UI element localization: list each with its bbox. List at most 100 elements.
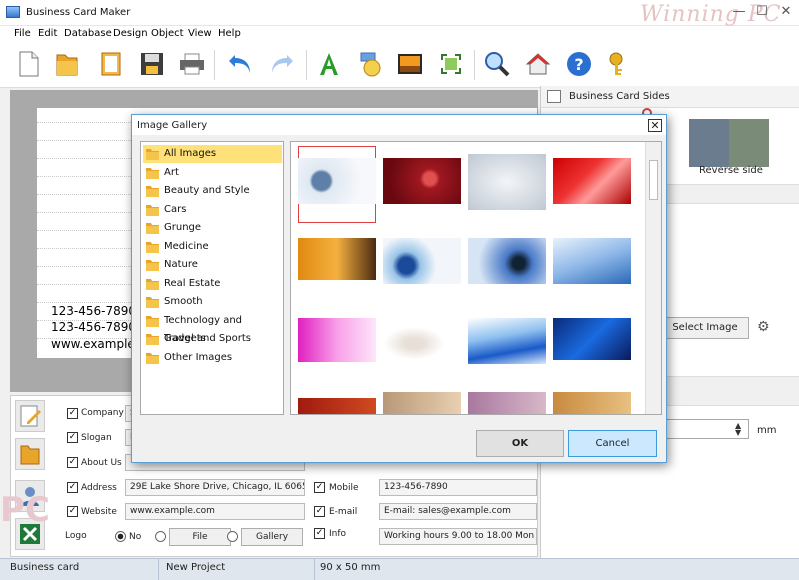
undo-icon[interactable] [225, 49, 255, 79]
mobile-label: Mobile [329, 483, 359, 493]
crop-icon[interactable] [436, 49, 466, 79]
minimize-button[interactable]: — [728, 0, 750, 24]
address-input[interactable]: 29E Lake Shore Drive, Chicago, IL 60657 [125, 479, 305, 496]
category-smooth[interactable]: Smooth [143, 293, 282, 311]
thumbnail-image[interactable] [298, 158, 376, 204]
shape-icon[interactable] [355, 49, 385, 79]
menu-design[interactable]: Design [113, 28, 148, 39]
address-checkbox[interactable]: ✓ [67, 482, 78, 493]
thumbnail-image[interactable] [468, 238, 546, 284]
about-us-checkbox[interactable]: ✓ [67, 457, 78, 468]
thumbnail-image[interactable] [553, 238, 631, 284]
save-icon[interactable] [137, 49, 167, 79]
card-phone-1[interactable]: 123-456-7890 [51, 304, 136, 318]
menu-file[interactable]: File [14, 28, 31, 39]
edit-text-icon[interactable] [15, 400, 45, 432]
toolbar-separator [306, 50, 307, 80]
thumbnail-image[interactable] [383, 318, 461, 364]
logo-radio-gallery[interactable] [227, 531, 238, 542]
thumbnail-image[interactable] [383, 238, 461, 284]
toolbar-separator [474, 50, 475, 80]
category-art[interactable]: Art [143, 164, 282, 182]
thumbnail-image[interactable] [468, 392, 546, 414]
reverse-side-thumbnail[interactable] [689, 119, 769, 167]
slogan-label: Slogan [81, 433, 112, 443]
thumbnail-image[interactable] [298, 318, 376, 362]
toolbar: ? [0, 42, 799, 88]
category-beauty-and-style[interactable]: Beauty and Style [143, 182, 282, 200]
maximize-button[interactable]: ☐ [751, 0, 773, 24]
zoom-icon[interactable] [482, 49, 512, 79]
website-input[interactable]: www.example.com [125, 503, 305, 520]
card-phone-2[interactable]: 123-456-7890 [51, 320, 136, 334]
category-list: All Images Art Beauty and Style Cars Gru… [140, 141, 284, 415]
home-icon[interactable] [523, 49, 553, 79]
logo-radio-no[interactable] [115, 531, 126, 542]
info-checkbox[interactable]: ✓ [314, 528, 325, 539]
menu-object[interactable]: Object [151, 28, 184, 39]
cancel-button[interactable]: Cancel [568, 430, 657, 457]
menu-bar: File Edit Database Design Object View He… [0, 26, 799, 42]
category-travel-and-sports[interactable]: Travel and Sports [143, 330, 282, 348]
menu-view[interactable]: View [188, 28, 212, 39]
mobile-checkbox[interactable]: ✓ [314, 482, 325, 493]
category-cars[interactable]: Cars [143, 201, 282, 219]
thumbnail-image[interactable] [468, 154, 546, 210]
info-label: Info [329, 529, 347, 539]
ok-button[interactable]: OK [476, 430, 564, 457]
dialog-title: Image Gallery [137, 120, 208, 131]
category-medicine[interactable]: Medicine [143, 238, 282, 256]
menu-help[interactable]: Help [218, 28, 241, 39]
website-checkbox[interactable]: ✓ [67, 506, 78, 517]
print-icon[interactable] [177, 49, 207, 79]
category-nature[interactable]: Nature [143, 256, 282, 274]
thumbnail-scrollbar[interactable] [645, 142, 661, 414]
spin-arrows-icon[interactable]: ▲ ▼ [735, 422, 741, 437]
company-label: Company [81, 408, 124, 418]
scrollbar-thumb[interactable] [649, 160, 658, 200]
thumbnail-image[interactable] [553, 318, 631, 360]
category-other-images[interactable]: Other Images [143, 349, 282, 367]
database-folder-icon[interactable] [15, 438, 45, 470]
close-button[interactable]: ✕ [774, 0, 798, 24]
thumbnail-image[interactable] [553, 158, 631, 204]
svg-text:?: ? [574, 55, 583, 74]
help-icon[interactable]: ? [564, 49, 594, 79]
status-bar: Business card New Project 90 x 50 mm [0, 558, 799, 580]
card-sides-icon [547, 90, 561, 103]
redo-icon[interactable] [267, 49, 297, 79]
company-checkbox[interactable]: ✓ [67, 408, 78, 419]
open-folder-icon[interactable] [52, 49, 82, 79]
menu-database[interactable]: Database [64, 28, 112, 39]
text-icon[interactable] [314, 49, 344, 79]
logo-radio-file[interactable] [155, 531, 166, 542]
info-input[interactable]: Working hours 9.00 to 18.00 Mon to Fri [379, 528, 537, 545]
gallery-button[interactable]: Gallery [241, 528, 303, 546]
logo-radio-no-label: No [129, 532, 142, 542]
email-input[interactable]: E-mail: sales@example.com [379, 503, 537, 520]
thumbnail-image[interactable] [383, 158, 461, 204]
template-icon[interactable] [96, 49, 126, 79]
gear-icon[interactable]: ⚙ [757, 319, 770, 335]
new-file-icon[interactable] [14, 49, 44, 79]
thumbnail-image[interactable] [383, 392, 461, 414]
thumbnail-image[interactable] [298, 238, 376, 280]
dialog-close-button[interactable]: ✕ [648, 119, 662, 132]
key-icon[interactable] [604, 49, 634, 79]
image-icon[interactable] [395, 49, 425, 79]
thumbnail-image[interactable] [553, 392, 631, 414]
category-technology-and-gadgets[interactable]: Technology and Gadgets [143, 312, 282, 344]
category-grunge[interactable]: Grunge [143, 219, 282, 237]
unit-label: mm [757, 425, 777, 436]
status-doc-type: Business card [10, 562, 80, 573]
thumbnail-image[interactable] [468, 318, 546, 364]
menu-edit[interactable]: Edit [38, 28, 57, 39]
select-image-button[interactable]: Select Image [661, 317, 749, 339]
slogan-checkbox[interactable]: ✓ [67, 432, 78, 443]
thumbnail-image[interactable] [298, 398, 376, 414]
email-checkbox[interactable]: ✓ [314, 506, 325, 517]
category-real-estate[interactable]: Real Estate [143, 275, 282, 293]
category-all-images[interactable]: All Images [143, 145, 282, 163]
mobile-input[interactable]: 123-456-7890 [379, 479, 537, 496]
file-button[interactable]: File [169, 528, 231, 546]
